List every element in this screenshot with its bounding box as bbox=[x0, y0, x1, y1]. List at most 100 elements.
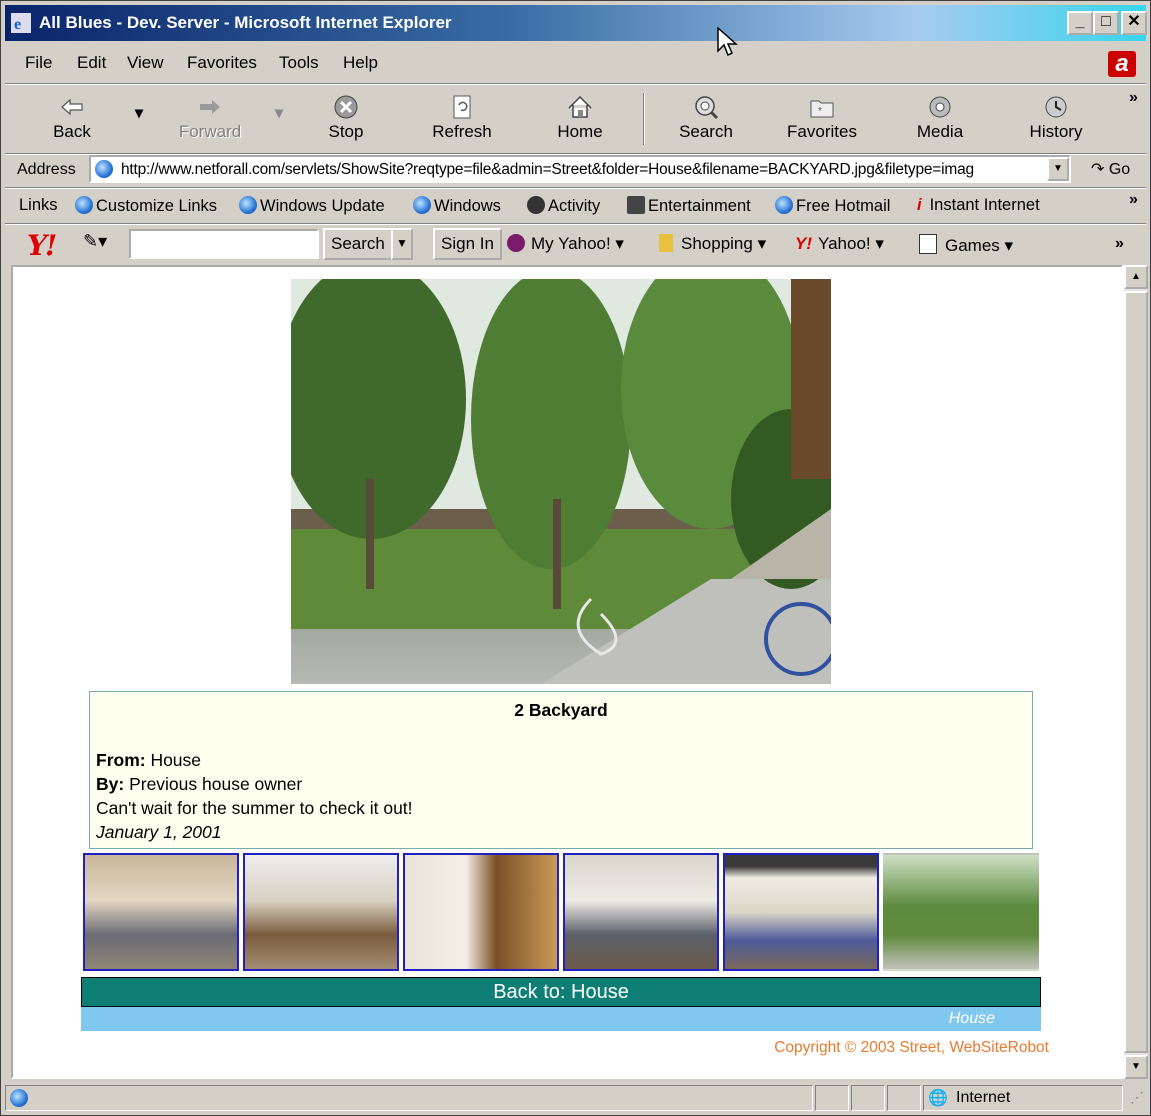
yahoo-search-button[interactable]: Search bbox=[323, 228, 393, 260]
photo-caption: 2 Backyard From: House By: Previous hous… bbox=[89, 691, 1033, 849]
refresh-icon bbox=[453, 95, 471, 119]
go-arrow-icon: ↷ bbox=[1091, 161, 1105, 178]
address-label: Address bbox=[17, 161, 76, 178]
menu-favorites[interactable]: Favorites bbox=[187, 53, 257, 73]
scroll-thumb[interactable] bbox=[1124, 291, 1148, 1053]
yahoo-toolbar: Y! ✎▾ Search ▼ Sign In My Yahoo! ▾ Shopp… bbox=[5, 225, 1146, 265]
stop-icon bbox=[334, 95, 358, 119]
resize-grip-icon[interactable]: ⋰ bbox=[1130, 1089, 1144, 1106]
toolbar-overflow-icon[interactable]: » bbox=[1129, 89, 1138, 107]
menu-file[interactable]: File bbox=[25, 53, 52, 73]
thumbnail-bedroom-1[interactable] bbox=[83, 853, 239, 971]
link-entertainment[interactable]: Entertainment bbox=[627, 196, 751, 216]
pencil-icon[interactable]: ✎▾ bbox=[83, 231, 107, 252]
status-cell bbox=[851, 1085, 885, 1111]
vertical-scrollbar[interactable]: ▲ ▼ bbox=[1123, 265, 1148, 1079]
search-button[interactable]: Search bbox=[661, 89, 751, 149]
mouse-cursor-icon bbox=[717, 27, 738, 57]
title-bar: e All Blues - Dev. Server - Microsoft In… bbox=[5, 5, 1147, 41]
link-instant-internet[interactable]: i Instant Internet bbox=[917, 196, 1040, 215]
minimize-button[interactable]: _ bbox=[1067, 11, 1093, 35]
back-button[interactable]: Back bbox=[27, 89, 117, 149]
status-bar: 🌐 Internet ⋰ bbox=[5, 1083, 1146, 1113]
copyright: Copyright © 2003 Street, WebSiteRobot bbox=[774, 1039, 1049, 1056]
menu-edit[interactable]: Edit bbox=[77, 53, 106, 73]
thumbnail-bedroom-2[interactable] bbox=[243, 853, 399, 971]
status-cell bbox=[815, 1085, 849, 1111]
shopping-bag-icon bbox=[659, 234, 673, 252]
media-icon bbox=[929, 96, 951, 118]
games-menu[interactable]: Games ▾ bbox=[919, 234, 1013, 256]
history-icon bbox=[1045, 96, 1067, 118]
photo-title: 2 Backyard bbox=[514, 700, 608, 720]
link-windows[interactable]: Windows bbox=[413, 196, 501, 216]
media-button[interactable]: Media bbox=[895, 89, 985, 149]
entertainment-icon bbox=[627, 196, 645, 214]
link-windows-update[interactable]: Windows Update bbox=[239, 196, 385, 216]
refresh-button[interactable]: Refresh bbox=[417, 89, 507, 149]
activity-icon bbox=[527, 196, 545, 214]
link-activity[interactable]: Activity bbox=[527, 196, 600, 216]
shopping-menu[interactable]: Shopping ▾ bbox=[659, 234, 766, 254]
games-card-icon bbox=[919, 234, 937, 254]
ie-link-icon bbox=[413, 196, 431, 214]
thumbnail-bedroom-3[interactable] bbox=[723, 853, 879, 971]
house-link[interactable]: House bbox=[949, 1010, 995, 1028]
address-dropdown[interactable]: ▼ bbox=[1047, 157, 1069, 181]
maximize-button[interactable]: □ bbox=[1093, 11, 1119, 35]
back-to-house-link[interactable]: Back to: House bbox=[81, 977, 1041, 1007]
menu-view[interactable]: View bbox=[127, 53, 164, 73]
thumbnail-backyard[interactable] bbox=[883, 853, 1039, 971]
thumbnail-kitchen[interactable] bbox=[403, 853, 559, 971]
menu-bar: File Edit View Favorites Tools Help a bbox=[5, 45, 1146, 81]
back-arrow-icon bbox=[61, 98, 83, 116]
ie-link-icon bbox=[75, 196, 93, 214]
standard-toolbar: Back ▾ Forward ▾ Stop Refresh Home Searc… bbox=[5, 85, 1146, 153]
yahoo-menu[interactable]: Y! Yahoo! ▾ bbox=[795, 234, 884, 254]
menu-help[interactable]: Help bbox=[343, 53, 378, 73]
ie-link-icon bbox=[775, 196, 793, 214]
link-free-hotmail[interactable]: Free Hotmail bbox=[775, 196, 890, 216]
link-customize-links[interactable]: Customize Links bbox=[75, 196, 217, 216]
favorites-folder-icon: * bbox=[810, 100, 834, 118]
main-photo-backyard[interactable] bbox=[291, 279, 831, 684]
zone-cell: 🌐 Internet bbox=[923, 1085, 1123, 1111]
svg-text:e: e bbox=[14, 16, 21, 33]
address-bar: Address http://www.netforall.com/servlet… bbox=[5, 153, 1146, 187]
links-label: Links bbox=[19, 196, 58, 214]
by-line: By: Previous house owner bbox=[96, 774, 303, 794]
window-title: All Blues - Dev. Server - Microsoft Inte… bbox=[39, 13, 452, 32]
home-button[interactable]: Home bbox=[535, 89, 625, 149]
status-text-cell bbox=[5, 1085, 813, 1111]
info-icon: i bbox=[917, 196, 922, 214]
my-yahoo-menu[interactable]: My Yahoo! ▾ bbox=[507, 234, 624, 254]
favorites-button[interactable]: * Favorites bbox=[777, 89, 867, 149]
ie-logo-icon: e bbox=[11, 13, 31, 33]
address-url[interactable]: http://www.netforall.com/servlets/ShowSi… bbox=[121, 161, 1041, 179]
thumbnail-living-room[interactable] bbox=[563, 853, 719, 971]
forward-button[interactable]: Forward bbox=[165, 89, 255, 149]
back-dropdown[interactable]: ▾ bbox=[135, 103, 143, 123]
history-button[interactable]: History bbox=[1011, 89, 1101, 149]
yahoo-search-input[interactable] bbox=[129, 229, 319, 259]
forward-dropdown[interactable]: ▾ bbox=[275, 103, 283, 123]
from-line: From: House bbox=[96, 750, 202, 770]
scroll-down-arrow-icon[interactable]: ▼ bbox=[1124, 1055, 1148, 1079]
scroll-up-arrow-icon[interactable]: ▲ bbox=[1124, 265, 1148, 289]
address-input[interactable]: http://www.netforall.com/servlets/ShowSi… bbox=[89, 155, 1071, 183]
close-button[interactable]: ✕ bbox=[1121, 11, 1147, 35]
go-button[interactable]: ↷ Go bbox=[1091, 159, 1130, 179]
menu-tools[interactable]: Tools bbox=[279, 53, 319, 73]
yahoo-logo-icon[interactable]: Y! bbox=[27, 229, 57, 262]
alexa-icon: a bbox=[1108, 51, 1136, 77]
brand-logo: a bbox=[1102, 47, 1142, 81]
yahoo-overflow-icon[interactable]: » bbox=[1115, 235, 1124, 253]
links-overflow-icon[interactable]: » bbox=[1129, 191, 1138, 209]
backyard-image bbox=[291, 279, 831, 684]
stop-button[interactable]: Stop bbox=[301, 89, 391, 149]
ie-link-icon bbox=[239, 196, 257, 214]
description: Can't wait for the summer to check it ou… bbox=[96, 798, 413, 818]
sign-in-button[interactable]: Sign In bbox=[433, 228, 502, 260]
forward-arrow-icon bbox=[200, 100, 220, 114]
search-dropdown-icon[interactable]: ▼ bbox=[391, 228, 413, 260]
